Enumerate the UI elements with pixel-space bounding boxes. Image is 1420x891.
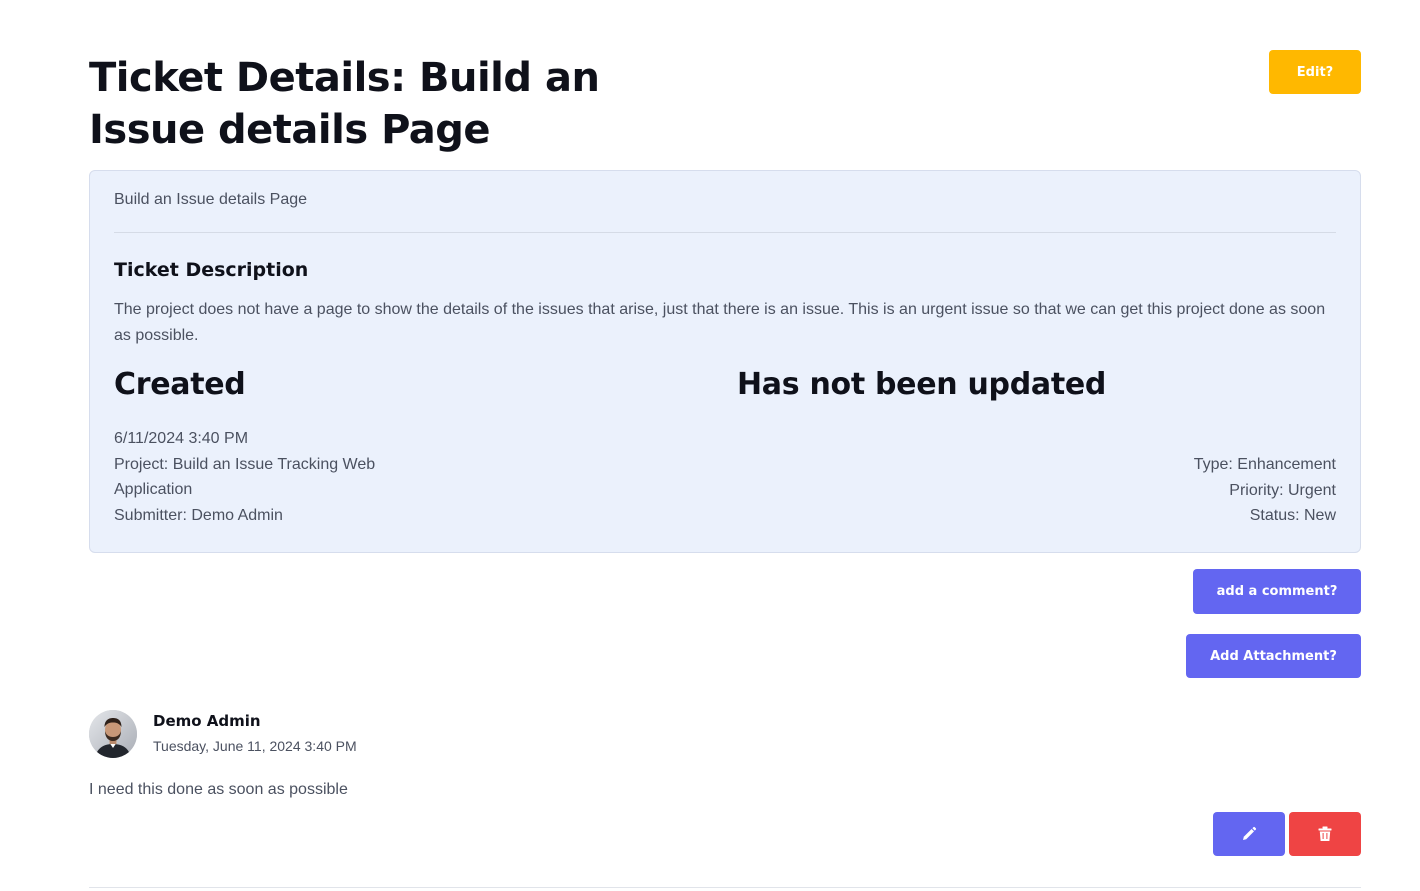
- comment-text: I need this done as soon as possible: [89, 781, 348, 798]
- ticket-card: Build an Issue details Page Ticket Descr…: [89, 170, 1361, 553]
- add-attachment-button[interactable]: Add Attachment?: [1186, 634, 1361, 678]
- updated-heading: Has not been updated: [737, 367, 1107, 402]
- submitter: Submitter: Demo Admin: [114, 506, 283, 524]
- comment-author: Demo Admin: [153, 712, 261, 730]
- avatar: [89, 710, 137, 758]
- edit-ticket-button[interactable]: Edit?: [1269, 50, 1361, 94]
- delete-comment-button[interactable]: [1289, 812, 1361, 856]
- trash-icon: [1318, 826, 1332, 841]
- page-title: Ticket Details: Build an Issue details P…: [89, 55, 600, 153]
- created-heading: Created: [114, 367, 246, 402]
- ticket-details-page: Ticket Details: Build an Issue details P…: [0, 0, 1420, 891]
- project-name: Project: Build an Issue Tracking Web App…: [114, 455, 376, 499]
- user-photo-icon: [89, 710, 137, 758]
- comment-divider: [89, 887, 1361, 888]
- created-date: 6/11/2024 3:40 PM: [114, 430, 249, 447]
- ticket-meta-right: Type: Enhancement Priority: Urgent Statu…: [1036, 452, 1336, 529]
- description-heading: Ticket Description: [114, 259, 309, 281]
- comment-date: Tuesday, June 11, 2024 3:40 PM: [153, 738, 357, 754]
- ticket-meta-left: 6/11/2024 3:40 PM Project: Build an Issu…: [114, 426, 414, 528]
- edit-comment-button[interactable]: [1213, 812, 1285, 856]
- add-comment-button[interactable]: add a comment?: [1193, 569, 1361, 614]
- ticket-subtitle: Build an Issue details Page: [114, 191, 308, 208]
- ticket-priority: Priority: Urgent: [1229, 481, 1336, 499]
- card-divider: [114, 232, 1336, 233]
- pencil-icon: [1243, 826, 1257, 840]
- description-text: The project does not have a page to show…: [114, 301, 1326, 344]
- ticket-status: Status: New: [1249, 507, 1336, 524]
- ticket-type: Type: Enhancement: [1193, 456, 1336, 473]
